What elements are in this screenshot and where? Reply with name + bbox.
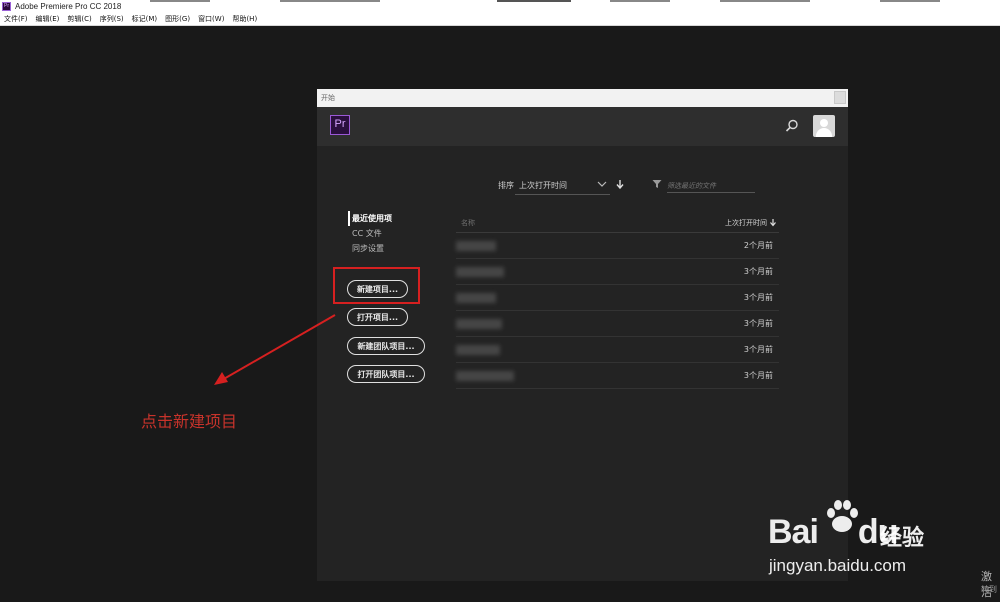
list-item[interactable]: 3个月前 [456, 285, 779, 311]
time-column-header[interactable]: 上次打开时间 [725, 218, 777, 228]
file-time: 3个月前 [743, 267, 773, 276]
recent-files-list: 名称 上次打开时间 2个月前 3个月前 3个月前 3个月前 3个月前 3个月前 [456, 213, 779, 389]
file-time: 3个月前 [743, 371, 773, 380]
titlebar-divider [880, 0, 940, 2]
list-item[interactable]: 3个月前 [456, 311, 779, 337]
app-title: Adobe Premiere Pro CC 2018 [15, 2, 122, 11]
nav-recent[interactable]: 最近使用项 [348, 211, 392, 226]
search-icon[interactable] [785, 119, 799, 133]
dialog-title: 开始 [321, 94, 335, 102]
chevron-down-icon[interactable] [596, 178, 608, 190]
new-team-project-button[interactable]: 新建团队项目... [347, 337, 425, 355]
blurred-file-name [456, 344, 500, 355]
menu-clip[interactable]: 剪辑(C) [67, 14, 91, 24]
titlebar-divider [610, 0, 670, 2]
file-time: 3个月前 [743, 319, 773, 328]
sort-label: 排序 [498, 181, 514, 190]
list-header: 名称 上次打开时间 [456, 213, 779, 233]
baidu-watermark-jingyan: 经验 [880, 526, 925, 551]
titlebar-divider [280, 0, 380, 2]
dialog-header: Pr [317, 107, 848, 146]
blurred-file-name [456, 266, 504, 277]
dialog-titlebar: 开始 [317, 89, 848, 107]
menu-graphics[interactable]: 图形(G) [165, 14, 190, 24]
list-item[interactable]: 3个月前 [456, 259, 779, 285]
menu-help[interactable]: 帮助(H) [232, 14, 257, 24]
list-item[interactable]: 2个月前 [456, 233, 779, 259]
name-column-header[interactable]: 名称 [461, 218, 475, 228]
baidu-paw-icon [827, 500, 858, 532]
list-item[interactable]: 3个月前 [456, 363, 779, 389]
titlebar-divider [720, 0, 810, 2]
menu-marker[interactable]: 标记(M) [132, 14, 158, 24]
file-time: 3个月前 [743, 345, 773, 354]
user-avatar[interactable] [813, 115, 835, 137]
premiere-logo-icon: Pr [330, 115, 350, 135]
baidu-watermark-url: jingyan.baidu.com [769, 556, 907, 575]
titlebar-divider [497, 0, 571, 2]
open-project-button[interactable]: 打开项目... [347, 308, 408, 326]
blurred-file-name [456, 240, 496, 251]
open-team-project-button[interactable]: 打开团队项目... [347, 365, 425, 383]
nav-cc-files[interactable]: CC 文件 [348, 226, 392, 241]
time-column-label: 上次打开时间 [725, 218, 767, 227]
menu-bar: 文件(F) 编辑(E) 剪辑(C) 序列(S) 标记(M) 图形(G) 窗口(W… [0, 13, 1000, 26]
annotation-arrow [214, 314, 336, 385]
dialog-close-button[interactable] [834, 91, 846, 104]
filter-icon [652, 180, 662, 188]
blurred-file-name [456, 292, 496, 303]
premiere-app-icon: Pr [2, 2, 11, 11]
sort-direction-arrow-icon[interactable] [615, 178, 625, 190]
list-item[interactable]: 3个月前 [456, 337, 779, 363]
menu-edit[interactable]: 编辑(E) [36, 14, 60, 24]
blurred-file-name [456, 318, 502, 329]
titlebar-divider [150, 0, 210, 2]
annotation-text: 点击新建项目 [141, 412, 238, 431]
window-titlebar: Pr Adobe Premiere Pro CC 2018 [0, 0, 1000, 13]
nav-sync-settings[interactable]: 同步设置 [348, 241, 392, 256]
start-dialog: 开始 Pr 排序 上次打开时间 最近使用项 CC 文件 同步设置 新建项目...… [317, 89, 848, 581]
blurred-file-name [456, 370, 514, 381]
sort-dropdown[interactable]: 上次打开时间 [519, 180, 567, 191]
menu-window[interactable]: 窗口(W) [198, 14, 224, 24]
windows-activation-subtext: 转到 [981, 585, 997, 594]
left-nav: 最近使用项 CC 文件 同步设置 [348, 211, 392, 256]
file-time: 3个月前 [743, 293, 773, 302]
menu-sequence[interactable]: 序列(S) [100, 14, 124, 24]
file-time: 2个月前 [743, 241, 773, 250]
filter-recent-files-input[interactable] [667, 179, 755, 193]
menu-file[interactable]: 文件(F) [4, 14, 28, 24]
sort-dropdown-underline [515, 194, 610, 195]
new-project-button[interactable]: 新建项目... [347, 280, 408, 298]
arrow-down-icon [770, 219, 776, 227]
